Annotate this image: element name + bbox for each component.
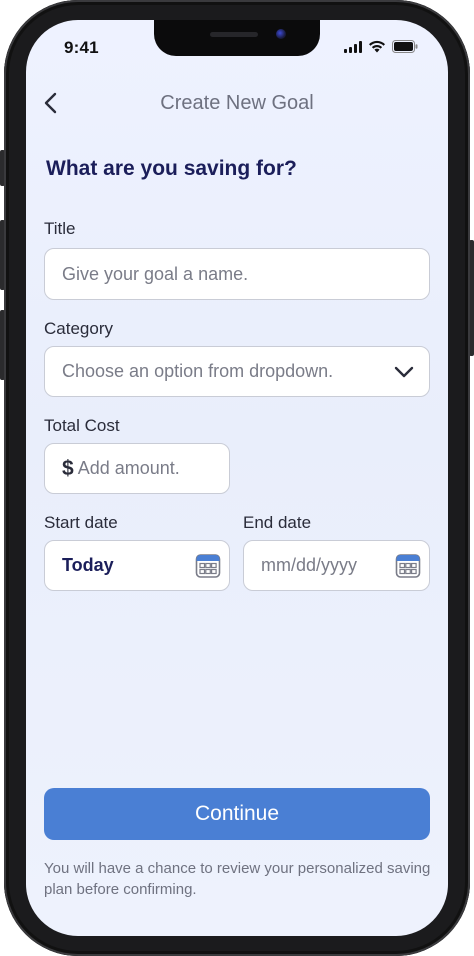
category-dropdown[interactable]: Choose an option from dropdown.	[44, 346, 430, 397]
cellular-signal-icon	[344, 40, 362, 53]
currency-symbol: $	[62, 456, 74, 480]
total-cost-label: Total Cost	[44, 416, 120, 435]
phone-screen: 9:41 Create New Goal What are you saving…	[26, 20, 448, 936]
speaker-grille	[210, 32, 258, 37]
start-date-value: Today	[62, 555, 114, 575]
review-footnote: You will have a chance to review your pe…	[44, 860, 431, 898]
front-camera	[276, 29, 286, 39]
end-date-label: End date	[243, 513, 312, 532]
form-headline: What are you saving for?	[46, 157, 297, 180]
total-cost-input[interactable]: $ Add amount.	[44, 443, 230, 494]
calendar-icon[interactable]	[395, 553, 421, 579]
continue-button[interactable]: Continue	[44, 788, 430, 840]
calendar-icon[interactable]	[195, 553, 221, 579]
category-placeholder: Choose an option from dropdown.	[62, 361, 334, 381]
category-label: Category	[44, 319, 113, 338]
title-label: Title	[44, 219, 76, 238]
battery-icon	[392, 40, 418, 53]
wifi-icon	[369, 40, 385, 53]
status-icons	[344, 40, 418, 53]
title-input[interactable]: Give your goal a name.	[44, 248, 430, 300]
page-title: Create New Goal	[160, 92, 314, 114]
end-date-placeholder: mm/dd/yyyy	[261, 555, 358, 575]
phone-device: 9:41 Create New Goal What are you saving…	[0, 0, 474, 956]
title-placeholder: Give your goal a name.	[62, 263, 249, 284]
start-date-input[interactable]: Today	[44, 540, 230, 591]
end-date-input[interactable]: mm/dd/yyyy	[243, 540, 430, 591]
start-date-label: Start date	[44, 513, 118, 532]
total-cost-placeholder: Add amount.	[77, 458, 180, 478]
notch	[154, 20, 320, 56]
status-time: 9:41	[64, 38, 99, 57]
chevron-down-icon	[394, 366, 414, 378]
